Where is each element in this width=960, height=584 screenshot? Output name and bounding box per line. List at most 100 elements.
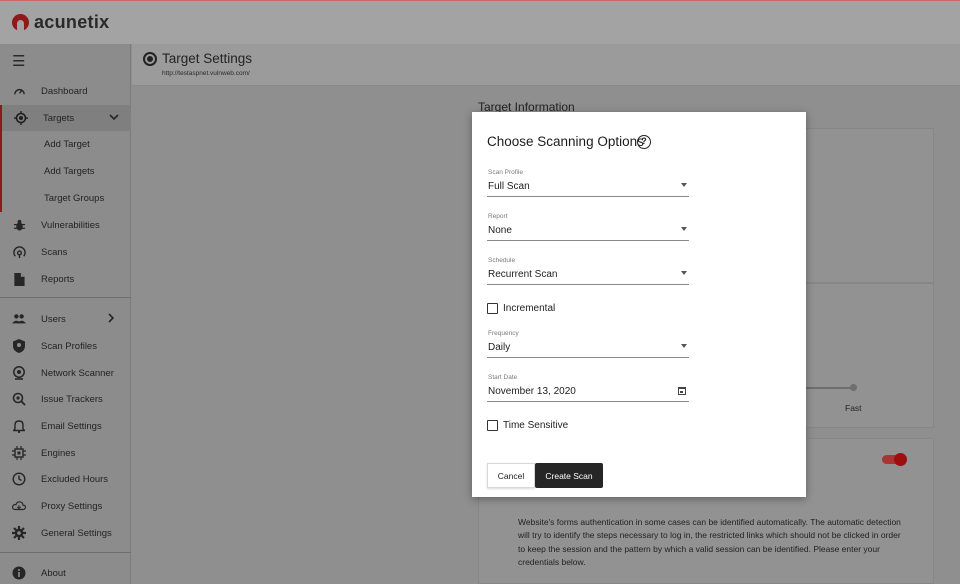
- create-scan-button[interactable]: Create Scan: [535, 463, 603, 488]
- sidebar-item-label: About: [41, 567, 66, 579]
- users-icon: [12, 312, 26, 326]
- site-login-description: Website's forms authentication in some c…: [518, 517, 901, 567]
- clock-icon: [12, 472, 26, 486]
- sidebar-divider: [0, 297, 131, 298]
- field-value: Recurrent Scan: [488, 269, 558, 280]
- sidebar-item-label: Vulnerabilities: [41, 219, 100, 231]
- dropdown-arrow-icon[interactable]: [681, 271, 687, 275]
- field-label: Schedule: [488, 257, 516, 264]
- page-header: Target Settings http://testaspnet.vulnwe…: [132, 44, 960, 86]
- checkbox-box[interactable]: [487, 302, 498, 314]
- sidebar-item-label: Email Settings: [41, 420, 102, 432]
- report-icon: [12, 272, 26, 286]
- sidebar-item-users[interactable]: Users: [0, 306, 131, 332]
- schedule-select[interactable]: Schedule Recurrent Scan: [487, 257, 689, 285]
- sidebar-item-label: Users: [41, 313, 66, 325]
- target-icon: [143, 52, 157, 66]
- sidebar-subitem-add-targets[interactable]: Add Targets: [0, 158, 131, 185]
- sidebar-item-issue-trackers[interactable]: Issue Trackers: [0, 386, 131, 412]
- field-value: None: [488, 225, 512, 236]
- sidebar-subitem-label: Add Target: [44, 139, 90, 150]
- sidebar-subitem-target-groups[interactable]: Target Groups: [0, 185, 131, 212]
- frequency-select[interactable]: Frequency Daily: [487, 330, 689, 358]
- scan-speed-fast-label: Fast: [845, 403, 862, 413]
- scan-speed-slider-handle[interactable]: [850, 384, 857, 391]
- sidebar-item-label: Scan Profiles: [41, 340, 97, 352]
- sidebar-item-label: Issue Trackers: [41, 393, 103, 405]
- dropdown-arrow-icon[interactable]: [681, 227, 687, 231]
- sidebar-divider: [0, 552, 131, 553]
- sidebar-item-proxy-settings[interactable]: Proxy Settings: [0, 493, 131, 519]
- sidebar-subitem-add-target[interactable]: Add Target: [0, 131, 131, 158]
- sidebar-item-label: Targets: [43, 112, 75, 124]
- cloud-icon: [12, 499, 26, 513]
- incremental-checkbox[interactable]: Incremental: [487, 301, 555, 315]
- page-title: Target Settings: [162, 51, 253, 66]
- dashboard-icon: [12, 84, 26, 98]
- dialog-title: Choose Scanning Options: [487, 134, 644, 149]
- sidebar-subitem-label: Target Groups: [44, 193, 105, 204]
- gear-icon: [12, 526, 26, 540]
- top-bar: acunetix: [0, 0, 960, 44]
- target-url: http://testaspnet.vulnweb.com/: [162, 70, 250, 77]
- calendar-icon[interactable]: [678, 387, 686, 395]
- bell-icon: [12, 419, 26, 433]
- sidebar-item-label: Scans: [41, 246, 68, 258]
- scan-options-dialog: Choose Scanning Options ? Scan Profile F…: [472, 112, 806, 497]
- dropdown-arrow-icon[interactable]: [681, 344, 687, 348]
- site-login-toggle-knob[interactable]: [894, 453, 907, 466]
- field-label: Scan Profile: [488, 169, 524, 176]
- info-icon: [12, 566, 26, 580]
- sidebar-subitem-label: Add Targets: [44, 166, 95, 177]
- sidebar-item-engines[interactable]: Engines: [0, 440, 131, 466]
- field-label: Frequency: [488, 330, 519, 337]
- sidebar-item-network-scanner[interactable]: Network Scanner: [0, 360, 131, 386]
- sidebar-item-label: General Settings: [41, 527, 112, 539]
- sidebar-item-label: Proxy Settings: [41, 500, 103, 512]
- sidebar-item-vulnerabilities[interactable]: Vulnerabilities: [0, 212, 131, 238]
- sidebar-item-scans[interactable]: Scans: [0, 239, 131, 265]
- sidebar-item-excluded-hours[interactable]: Excluded Hours: [0, 466, 131, 492]
- sidebar-item-reports[interactable]: Reports: [0, 266, 131, 292]
- field-label: Start Date: [488, 374, 518, 381]
- report-select[interactable]: Report None: [487, 213, 689, 241]
- checkbox-box[interactable]: [487, 419, 498, 431]
- target-icon: [14, 111, 28, 125]
- sidebar-item-label: Network Scanner: [41, 367, 114, 379]
- scan-profile-select[interactable]: Scan Profile Full Scan: [487, 169, 689, 197]
- help-icon[interactable]: ?: [637, 135, 651, 149]
- sidebar-item-label: Excluded Hours: [41, 473, 109, 485]
- logo-mark-icon: [12, 14, 29, 31]
- acunetix-logo[interactable]: acunetix: [12, 12, 109, 33]
- sidebar-item-scan-profiles[interactable]: Scan Profiles: [0, 333, 131, 359]
- sidebar-item-general-settings[interactable]: General Settings: [0, 520, 131, 546]
- checkbox-label: Time Sensitive: [503, 419, 569, 431]
- cancel-button[interactable]: Cancel: [487, 463, 535, 488]
- sidebar-item-label: Engines: [41, 447, 76, 459]
- sidebar-item-targets[interactable]: Targets: [0, 105, 131, 131]
- chevron-down-icon[interactable]: [109, 112, 119, 124]
- time-sensitive-checkbox[interactable]: Time Sensitive: [487, 418, 568, 432]
- sidebar-item-label: Dashboard: [41, 85, 88, 97]
- logo-text: acunetix: [34, 12, 110, 32]
- chip-icon: [12, 446, 26, 460]
- dropdown-arrow-icon[interactable]: [681, 183, 687, 187]
- scan-speed-slider-track[interactable]: [806, 387, 854, 389]
- field-value: Daily: [488, 342, 511, 353]
- hamburger-menu-icon[interactable]: ☰: [12, 52, 25, 70]
- sidebar-item-dashboard[interactable]: Dashboard: [0, 78, 131, 104]
- sidebar-item-label: Reports: [41, 273, 75, 285]
- start-date-input[interactable]: Start Date November 13, 2020: [487, 374, 689, 402]
- field-label: Report: [488, 213, 508, 220]
- radar-icon: [12, 245, 26, 259]
- sidebar-item-email-settings[interactable]: Email Settings: [0, 413, 131, 439]
- field-value: Full Scan: [488, 181, 530, 192]
- field-value: November 13, 2020: [488, 386, 576, 397]
- sidebar-item-about[interactable]: About: [0, 560, 131, 584]
- checkbox-label: Incremental: [503, 302, 556, 314]
- network-scanner-icon: [12, 366, 26, 380]
- chevron-right-icon[interactable]: [107, 312, 115, 326]
- issue-tracker-icon: [12, 392, 26, 406]
- sidebar: ☰ Dashboard Targets Add Target Add Targe…: [0, 44, 131, 584]
- bug-icon: [12, 218, 26, 232]
